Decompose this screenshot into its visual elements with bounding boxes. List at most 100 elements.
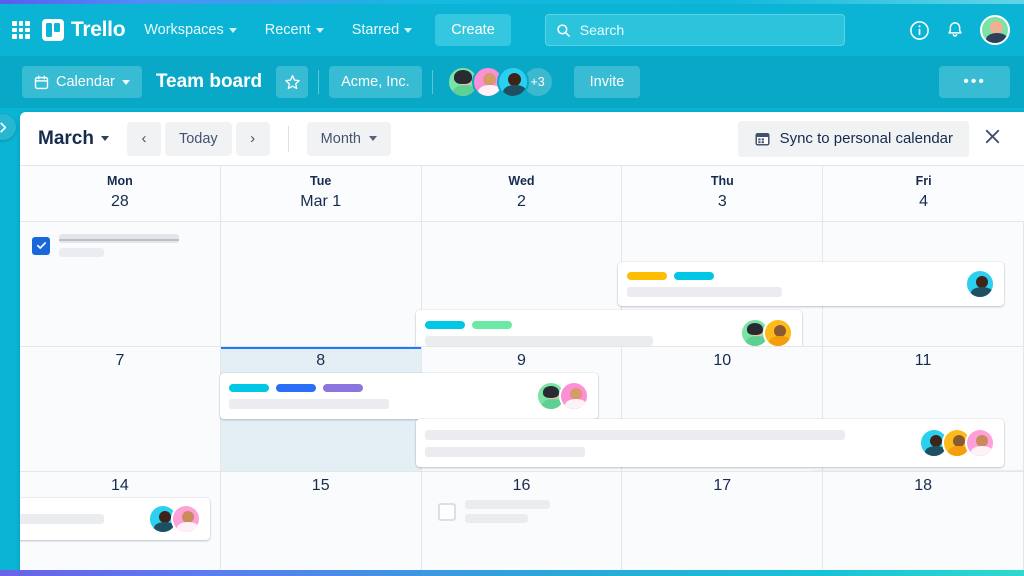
nav-item-recent[interactable]: Recent: [256, 15, 333, 45]
avatar[interactable]: [763, 318, 793, 348]
nav-item-label: Starred: [351, 22, 400, 38]
weekday-date: 4: [919, 193, 929, 210]
search-placeholder: Search: [579, 22, 625, 38]
create-button[interactable]: Create: [435, 14, 511, 46]
calendar-day-cell[interactable]: 17: [622, 472, 824, 574]
weekday-date: Mar 1: [300, 193, 342, 210]
search-input[interactable]: Search: [544, 14, 845, 46]
board-menu-button[interactable]: •••: [939, 66, 1010, 98]
calendar-event-card[interactable]: [618, 262, 1004, 306]
event-subtitle-skeleton: [425, 446, 585, 457]
workspace-button[interactable]: Acme, Inc.: [329, 66, 422, 98]
app-grid-icon[interactable]: [12, 21, 30, 39]
trello-logo[interactable]: Trello: [42, 18, 126, 42]
calendar-event-card[interactable]: [220, 373, 598, 419]
bell-icon[interactable]: [944, 19, 966, 41]
close-icon[interactable]: [983, 127, 1006, 150]
weekday-date: 28: [111, 193, 129, 210]
chevron-down-icon: [100, 136, 109, 141]
calendar-event-card[interactable]: [416, 419, 1004, 467]
text-skeleton-line: [465, 500, 550, 509]
day-number: 15: [311, 477, 330, 494]
avatar[interactable]: [496, 66, 529, 98]
calendar-grid: 28 Mar 1 2 3 4: [20, 221, 1024, 574]
event-card-content: [229, 383, 526, 409]
chevron-right-icon: [0, 122, 6, 132]
chevron-down-icon: [228, 27, 237, 33]
weekday-name: Thu: [710, 174, 734, 188]
event-labels: [627, 271, 955, 280]
sidebar-toggle-button[interactable]: [0, 114, 16, 140]
text-skeleton-line: [59, 248, 104, 257]
today-button[interactable]: Today: [164, 121, 232, 156]
calendar-week-row: 7 8 9 10 11: [20, 346, 1024, 511]
avatar[interactable]: [965, 428, 995, 458]
month-label: March: [38, 127, 94, 149]
event-title-skeleton: [229, 398, 389, 409]
calendar-day-cell[interactable]: 18: [823, 472, 1024, 574]
next-period-button[interactable]: ›: [235, 121, 270, 156]
calendar-toolbar-actions: Sync to personal calendar: [737, 120, 1006, 157]
nav-item-starred[interactable]: Starred: [343, 15, 422, 45]
board-header-bar: Calendar Team board Acme, Inc. +3 Invite…: [0, 56, 1024, 140]
previous-period-button[interactable]: ‹: [126, 121, 161, 156]
event-assignees: [965, 269, 995, 299]
event-title-skeleton: [627, 286, 782, 297]
invite-button[interactable]: Invite: [573, 66, 641, 98]
checklist-item-text: [59, 234, 179, 257]
day-number: 14: [111, 477, 129, 494]
calendar-event-card[interactable]: [20, 498, 210, 540]
divider: [431, 70, 433, 94]
view-switcher-button[interactable]: Calendar: [22, 66, 142, 98]
star-board-button[interactable]: [276, 66, 309, 98]
weekday-header-cell: Thu 3: [622, 166, 824, 221]
chevron-down-icon: [121, 79, 130, 85]
checklist-item[interactable]: [438, 500, 618, 523]
event-card-content: [425, 320, 730, 346]
nav-item-label: Workspaces: [144, 22, 224, 38]
calendar-day-cell[interactable]: 15: [220, 472, 422, 574]
checklist-item[interactable]: [32, 234, 200, 257]
avatar[interactable]: [559, 381, 589, 411]
label-cyan: [229, 383, 269, 392]
date-navigation: ‹ Today ›: [126, 121, 270, 156]
chevron-down-icon: [404, 27, 413, 33]
checkbox-checked-icon[interactable]: [32, 236, 50, 255]
checklist-item-text: [465, 500, 550, 523]
label-purple: [323, 383, 363, 392]
calendar-week-row: 14 15 16 17 18: [20, 471, 1024, 574]
event-assignees: [148, 504, 201, 534]
month-selector[interactable]: March: [38, 128, 109, 150]
calendar-day-cell[interactable]: Mar 1: [220, 222, 422, 346]
top-gradient-edge: [0, 0, 1024, 4]
day-number: 17: [713, 477, 732, 494]
chevron-down-icon: [315, 27, 324, 33]
trello-calendar-screen: Trello Workspaces Recent Starred Create …: [0, 0, 1024, 576]
sync-calendar-button[interactable]: Sync to personal calendar: [737, 120, 969, 157]
event-card-content: [20, 514, 138, 524]
avatar[interactable]: [980, 15, 1010, 45]
trello-mark-icon: [42, 19, 64, 41]
weekday-name: Wed: [508, 174, 535, 188]
nav-item-workspaces[interactable]: Workspaces: [135, 15, 246, 45]
chevron-down-icon: [368, 136, 377, 141]
info-circle-icon[interactable]: [908, 19, 930, 41]
sync-calendar-label: Sync to personal calendar: [779, 130, 953, 147]
calendar-week-row: 28 Mar 1 2 3 4: [20, 221, 1024, 356]
day-number: 18: [914, 477, 932, 494]
view-range-selector[interactable]: Month: [306, 121, 391, 156]
view-range-label: Month: [320, 130, 361, 147]
text-skeleton-line: [465, 514, 528, 523]
weekday-header-cell: Tue Mar 1: [221, 166, 422, 221]
calendar-panel: March ‹ Today › Month Sync to personal c…: [20, 112, 1024, 574]
calendar-day-cell[interactable]: 16: [421, 472, 623, 574]
top-navigation-bar: Trello Workspaces Recent Starred Create …: [0, 4, 1024, 56]
avatar[interactable]: [965, 269, 995, 299]
view-switcher-label: Calendar: [56, 74, 115, 90]
weekday-date: 3: [717, 193, 727, 210]
avatar[interactable]: [171, 504, 201, 534]
calendar-day-cell[interactable]: 7: [20, 347, 221, 471]
checkbox-unchecked-icon[interactable]: [438, 502, 456, 521]
label-green: [472, 320, 512, 329]
day-number: 11: [914, 352, 932, 369]
